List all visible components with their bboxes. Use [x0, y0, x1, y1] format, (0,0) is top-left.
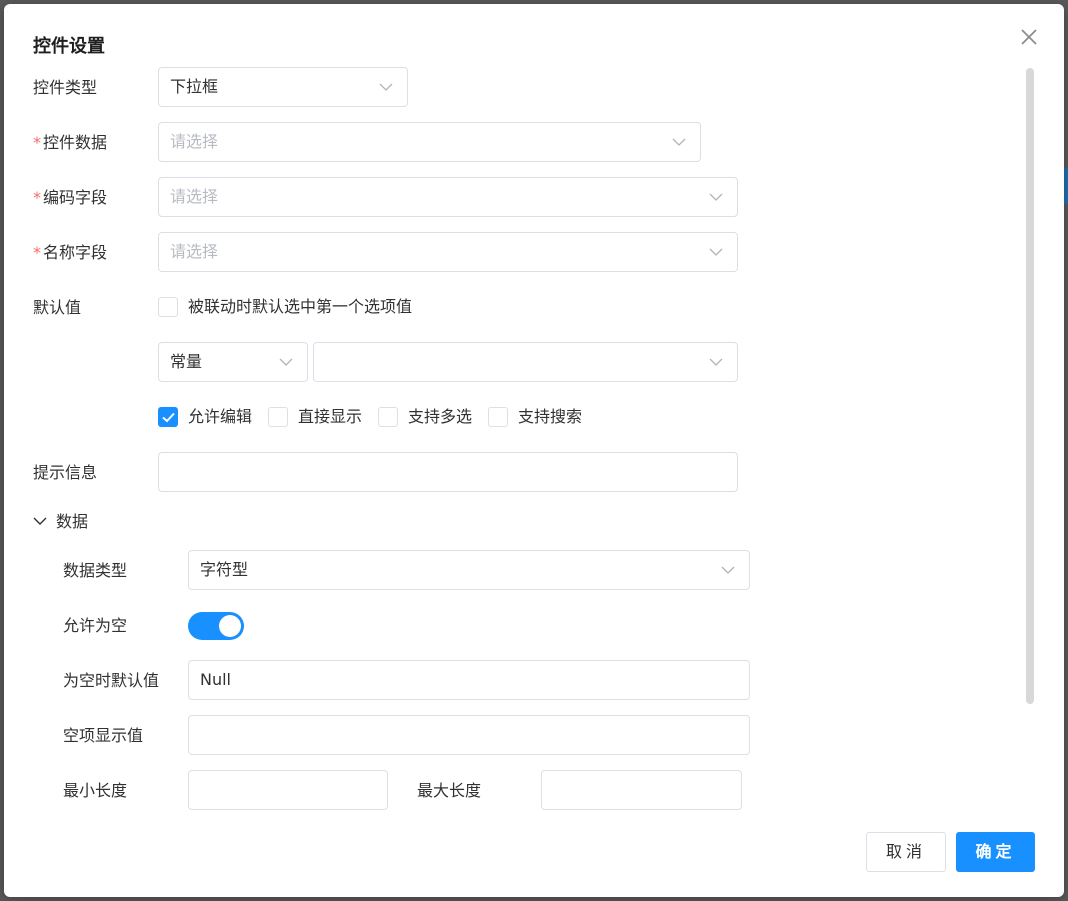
- chevron-down-icon: [709, 248, 723, 256]
- multi-select-label: 支持多选: [408, 407, 473, 426]
- linked-first-option-label: 被联动时默认选中第一个选项值: [188, 297, 413, 316]
- data-type-label: 数据类型: [63, 561, 128, 580]
- search-support-label: 支持搜索: [518, 407, 583, 426]
- control-settings-dialog: 控件设置 控件类型 下拉框 * 控件数据 请选择 * 编码字段 请选择 * 名称字段 …: [4, 4, 1064, 897]
- direct-display-label: 直接显示: [298, 407, 363, 426]
- chevron-down-icon: [279, 358, 293, 366]
- default-value-label: 默认值: [33, 298, 82, 317]
- min-length-label: 最小长度: [63, 781, 128, 800]
- allow-edit-checkbox[interactable]: [158, 407, 178, 427]
- empty-display-label: 空项显示值: [63, 726, 144, 745]
- ok-button[interactable]: 确定: [956, 832, 1035, 872]
- control-data-select[interactable]: 请选择: [158, 122, 701, 162]
- toggle-knob: [219, 615, 241, 637]
- scrollbar-thumb[interactable]: [1026, 68, 1034, 704]
- allow-empty-toggle[interactable]: [188, 612, 244, 640]
- multi-select-checkbox[interactable]: [378, 407, 398, 427]
- control-data-placeholder: 请选择: [170, 132, 219, 151]
- default-source-type-select[interactable]: 常量: [158, 342, 308, 382]
- required-mark: *: [33, 188, 41, 207]
- name-field-placeholder: 请选择: [170, 242, 219, 261]
- name-field-label: * 名称字段: [33, 243, 108, 262]
- max-length-input[interactable]: [541, 770, 742, 810]
- code-field-select[interactable]: 请选择: [158, 177, 738, 217]
- default-source-type-value: 常量: [170, 352, 203, 371]
- data-type-select[interactable]: 字符型: [188, 550, 750, 590]
- empty-default-value: Null: [200, 670, 231, 689]
- search-support-checkbox[interactable]: [488, 407, 508, 427]
- max-length-label: 最大长度: [417, 781, 482, 800]
- code-field-label: * 编码字段: [33, 188, 108, 207]
- allow-empty-label: 允许为空: [63, 616, 128, 635]
- direct-display-checkbox[interactable]: [268, 407, 288, 427]
- hint-input[interactable]: [158, 452, 738, 492]
- check-icon: [162, 412, 175, 423]
- data-section-title[interactable]: 数据: [56, 511, 88, 533]
- dialog-title: 控件设置: [33, 36, 105, 57]
- code-field-placeholder: 请选择: [170, 187, 219, 206]
- control-data-label: * 控件数据: [33, 133, 108, 152]
- chevron-down-icon: [379, 83, 393, 91]
- empty-display-input[interactable]: [188, 715, 750, 755]
- control-type-value: 下拉框: [170, 77, 219, 96]
- chevron-down-icon: [672, 138, 686, 146]
- allow-edit-label: 允许编辑: [188, 407, 253, 426]
- min-length-input[interactable]: [188, 770, 388, 810]
- empty-default-label: 为空时默认值: [63, 671, 160, 690]
- required-mark: *: [33, 133, 41, 152]
- chevron-down-icon[interactable]: [33, 515, 47, 527]
- data-type-value: 字符型: [200, 560, 249, 579]
- close-icon[interactable]: [1018, 26, 1040, 48]
- chevron-down-icon: [709, 193, 723, 201]
- chevron-down-icon: [709, 358, 723, 366]
- required-mark: *: [33, 243, 41, 262]
- name-field-select[interactable]: 请选择: [158, 232, 738, 272]
- control-type-select[interactable]: 下拉框: [158, 67, 408, 107]
- control-type-label: 控件类型: [33, 78, 98, 97]
- hint-label: 提示信息: [33, 463, 98, 482]
- scrollbar[interactable]: [1026, 68, 1034, 704]
- empty-default-input[interactable]: Null: [188, 660, 750, 700]
- cancel-button[interactable]: 取消: [866, 832, 946, 872]
- default-source-value-select[interactable]: [313, 342, 738, 382]
- linked-first-option-checkbox[interactable]: [158, 297, 178, 317]
- chevron-down-icon: [721, 566, 735, 574]
